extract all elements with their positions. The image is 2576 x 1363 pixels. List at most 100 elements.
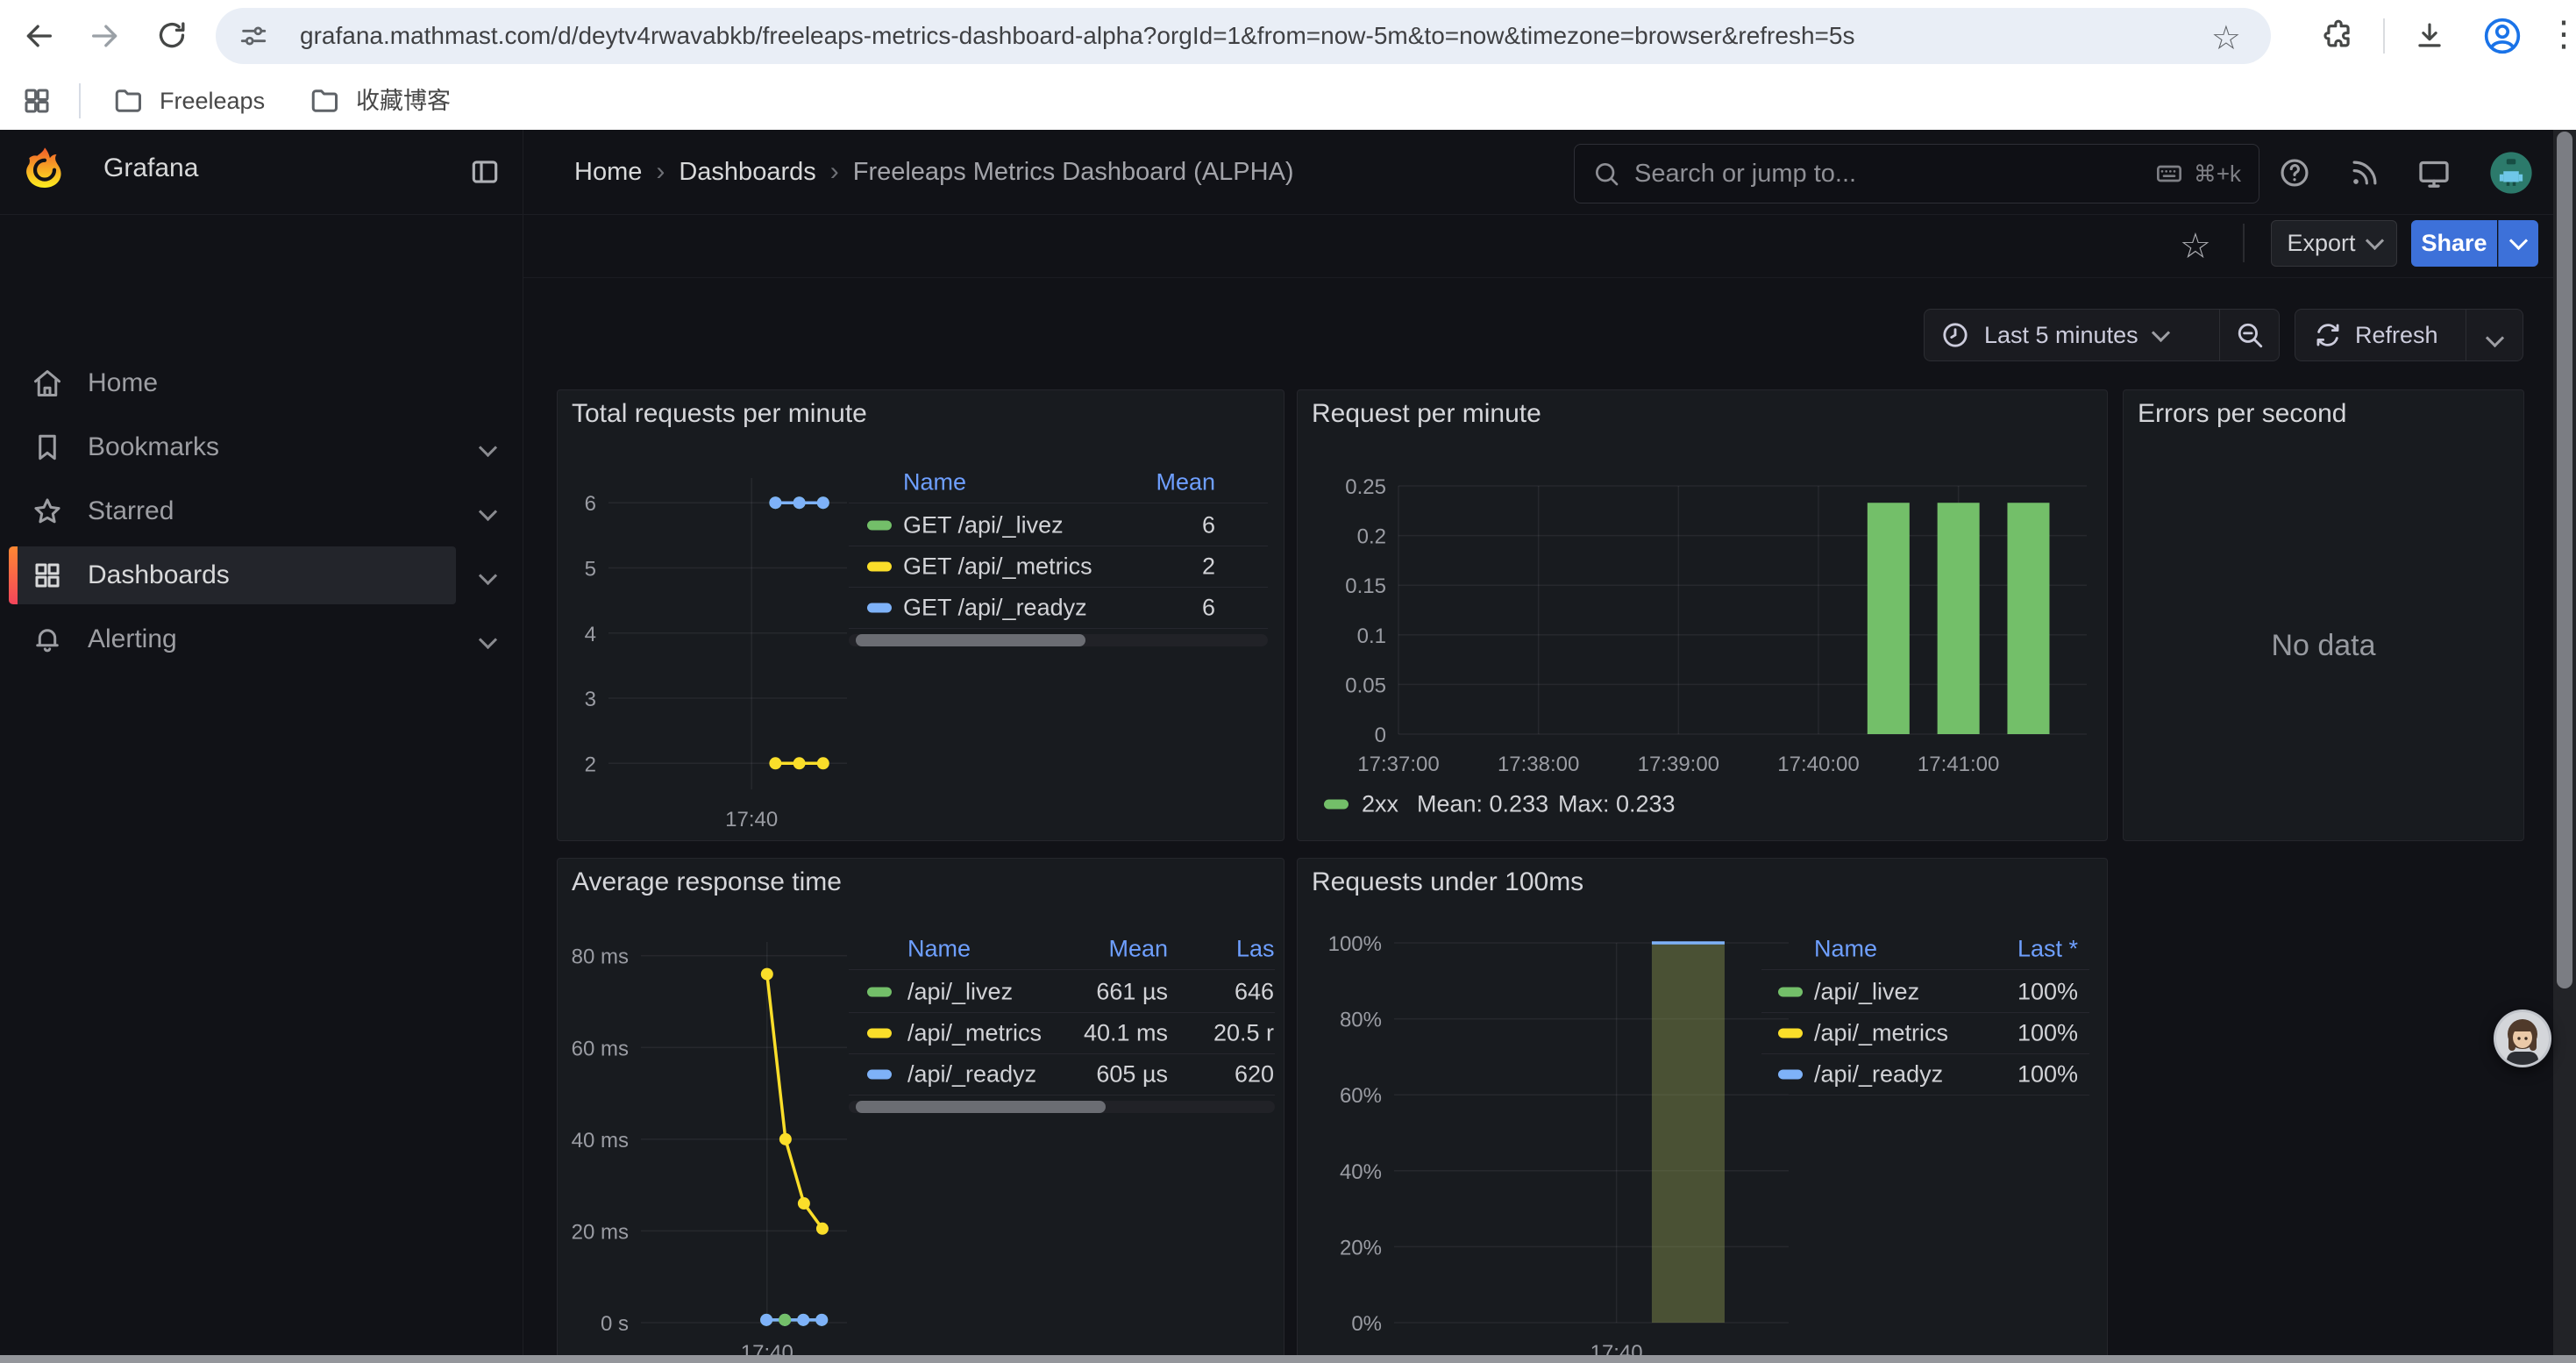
search-shortcut: ⌘+k	[2194, 161, 2241, 188]
reload-icon[interactable]	[154, 18, 189, 54]
panel-title[interactable]: Errors per second	[2138, 399, 2346, 429]
bookmark-star-icon[interactable]: ☆	[2211, 18, 2241, 58]
bookmarks-bar: Freeleaps 收藏博客	[0, 72, 2576, 130]
star-icon	[32, 496, 63, 527]
forward-icon[interactable]	[88, 18, 123, 54]
legend-divider	[849, 587, 1268, 588]
legend-value: 20.5 r	[558, 1020, 1274, 1047]
legend-value: 100%	[1298, 979, 2078, 1006]
breadcrumb-dashboards[interactable]: Dashboards	[679, 158, 815, 187]
legend-column-header[interactable]: Mean	[558, 469, 1215, 496]
legend-stat: Mean: 0.233	[1417, 791, 1548, 818]
export-button[interactable]: Export	[2271, 220, 2397, 267]
legend-stat: Max: 0.233	[1558, 791, 1676, 818]
legend-divider	[849, 969, 1275, 970]
bookmarks-divider	[79, 83, 81, 118]
sidebar-item-label: Alerting	[88, 610, 177, 668]
legend-divider	[849, 1053, 1275, 1054]
keyboard-icon	[2155, 160, 2183, 188]
sidebar-item-label: Bookmarks	[88, 418, 219, 476]
sidebar-item-label: Dashboards	[88, 546, 230, 604]
help-icon[interactable]	[2278, 156, 2311, 189]
breadcrumb: Home › Dashboards › Freeleaps Metrics Da…	[574, 130, 1294, 214]
panel-requests-under-100ms: Requests under 100ms 0%20%40%60%80%100%1…	[1297, 858, 2108, 1363]
legend-requests-under-100ms: NameLast */api/_livez100%/api/_metrics10…	[1298, 859, 2107, 1363]
favorite-star-icon[interactable]: ☆	[2180, 226, 2211, 267]
browser-toolbar: grafana.mathmast.com/d/deytv4rwavabkb/fr…	[0, 0, 2576, 72]
legend-value: 646	[558, 979, 1274, 1006]
legend-value: 620	[558, 1061, 1274, 1088]
toolbar-divider	[2383, 18, 2385, 54]
time-range-picker[interactable]: Last 5 minutes	[1924, 309, 2280, 361]
refresh-interval-dropdown[interactable]	[2466, 326, 2523, 345]
profile-icon[interactable]	[2483, 17, 2522, 55]
chevron-down-icon	[481, 633, 495, 651]
legend-total-requests: NameMeanGET /api/_livez6GET /api/_metric…	[558, 390, 1284, 840]
sidebar-item-alerting[interactable]: Alerting	[0, 610, 523, 668]
legend-divider	[849, 628, 1268, 629]
time-range-label: Last 5 minutes	[1984, 322, 2138, 349]
search-input[interactable]: Search or jump to... ⌘+k	[1574, 144, 2259, 203]
breadcrumb-home[interactable]: Home	[574, 158, 642, 187]
legend-column-header[interactable]: Mean	[558, 936, 1168, 963]
rss-icon[interactable]	[2348, 156, 2381, 189]
folder-icon	[112, 85, 144, 117]
user-avatar[interactable]	[2487, 148, 2536, 197]
zoom-out-button[interactable]	[2220, 320, 2279, 350]
legend-scrollbar-thumb[interactable]	[856, 634, 1085, 646]
header-border	[0, 214, 2576, 215]
subbar-border	[523, 277, 2576, 278]
breadcrumb-current: Freeleaps Metrics Dashboard (ALPHA)	[853, 158, 1294, 187]
dock-menu-icon[interactable]	[468, 155, 502, 189]
share-dropdown-button[interactable]	[2498, 220, 2538, 267]
bookmark-icon	[32, 432, 63, 463]
legend-scrollbar-thumb[interactable]	[856, 1101, 1106, 1113]
sidebar-item-bookmarks[interactable]: Bookmarks	[0, 418, 523, 476]
monitor-icon[interactable]	[2416, 156, 2451, 191]
chevron-down-icon	[481, 569, 495, 587]
refresh-label: Refresh	[2355, 322, 2438, 349]
site-settings-icon[interactable]	[238, 21, 268, 51]
legend-value: 100%	[1298, 1061, 2078, 1088]
legend-value: 2	[558, 553, 1215, 581]
floating-avatar[interactable]	[2493, 1009, 2552, 1068]
sidebar-item-starred[interactable]: Starred	[0, 482, 523, 540]
vertical-scrollbar-thumb[interactable]	[2557, 132, 2572, 988]
legend-value: 6	[558, 595, 1215, 622]
refresh-icon	[2313, 320, 2343, 350]
bookmark-item[interactable]: 收藏博客	[356, 72, 451, 130]
url-text[interactable]: grafana.mathmast.com/d/deytv4rwavabkb/fr…	[300, 8, 1854, 64]
app-title: Grafana	[103, 153, 198, 183]
sidebar-item-home[interactable]: Home	[0, 354, 523, 412]
apps-icon	[32, 560, 63, 591]
legend-value: 100%	[1298, 1020, 2078, 1047]
horizontal-scrollbar[interactable]	[0, 1355, 2576, 1363]
home-icon	[32, 368, 63, 399]
chevron-down-icon	[2485, 328, 2503, 346]
chevron-down-icon	[481, 441, 495, 459]
grafana-logo[interactable]	[21, 145, 68, 192]
apps-grid-icon[interactable]	[21, 85, 53, 117]
refresh-button[interactable]: Refresh	[2295, 309, 2523, 361]
menu-kebab-icon[interactable]: ⋮	[2546, 14, 2576, 54]
panel-errors-per-second: Errors per second No data	[2123, 389, 2524, 841]
legend-column-header[interactable]: Las	[1236, 936, 1275, 963]
grafana-app: Grafana Home › Dashboards › Freeleaps Me…	[0, 130, 2576, 1363]
bookmark-item[interactable]: Freeleaps	[160, 72, 265, 130]
legend-series-label[interactable]: 2xx	[1362, 791, 1398, 818]
legend-scrollbar[interactable]	[849, 1101, 1275, 1113]
chevron-down-icon	[481, 505, 495, 523]
share-button[interactable]: Share	[2411, 220, 2497, 267]
no-data-message: No data	[2124, 629, 2523, 663]
breadcrumb-separator: ›	[816, 157, 853, 187]
legend-scrollbar[interactable]	[849, 634, 1268, 646]
sidebar-item-dashboards[interactable]: Dashboards	[0, 546, 523, 604]
extensions-icon[interactable]	[2322, 18, 2355, 52]
back-icon[interactable]	[21, 18, 56, 54]
url-bar[interactable]: grafana.mathmast.com/d/deytv4rwavabkb/fr…	[216, 8, 2271, 64]
toolbar-divider	[2243, 224, 2245, 262]
zoom-out-icon	[2235, 320, 2265, 350]
legend-column-header[interactable]: Last *	[1298, 936, 2078, 963]
download-icon[interactable]	[2413, 18, 2446, 52]
share-label: Share	[2421, 230, 2487, 257]
